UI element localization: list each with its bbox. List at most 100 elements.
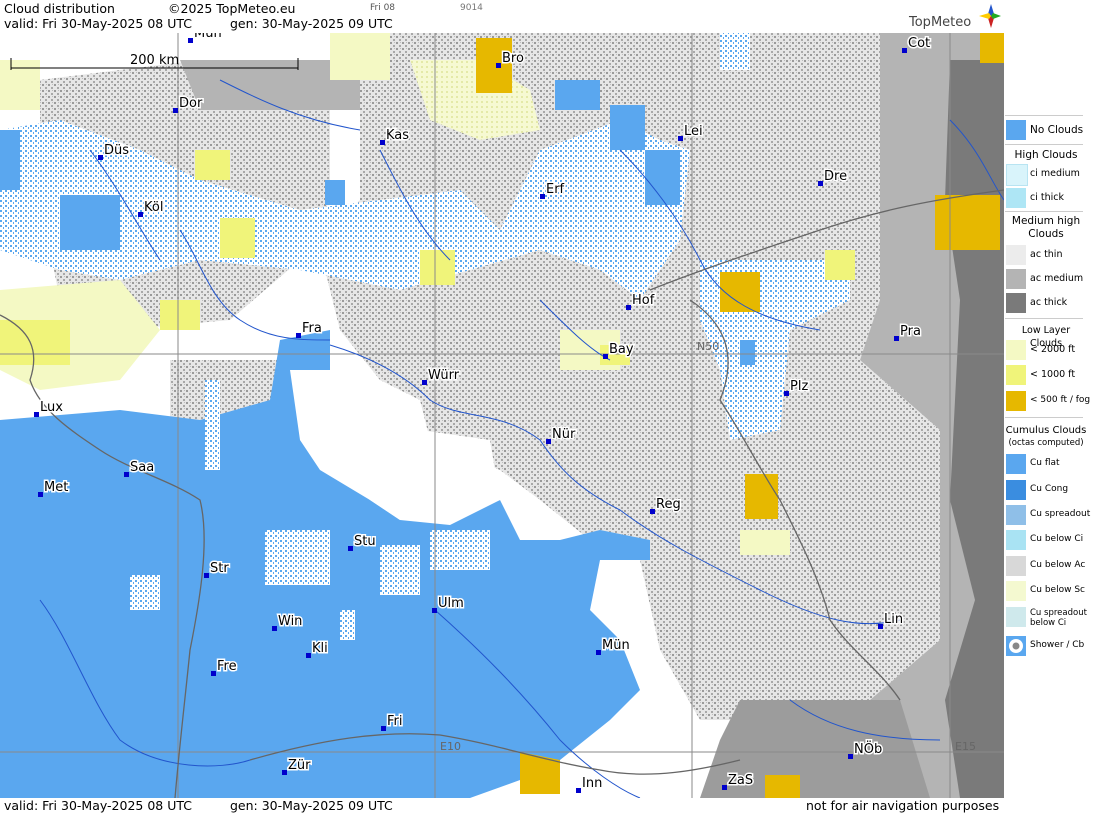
legend-cu-spread-ci: Cu spreadout below Ci xyxy=(1005,606,1087,634)
city-marker xyxy=(546,439,551,444)
swatch-no-clouds xyxy=(1006,120,1026,140)
legend-ci-medium: ci medium xyxy=(1005,163,1085,186)
swatch-ac-medium xyxy=(1006,269,1026,289)
swatch-cu-spread xyxy=(1006,505,1026,525)
topmeteo-logo[interactable]: TopMeteo xyxy=(905,2,1001,32)
legend-label: Cu spreadout below Ci xyxy=(1030,608,1087,628)
city-marker xyxy=(626,305,631,310)
copyright-text: ©2025 TopMeteo.eu xyxy=(168,1,296,16)
city-marker xyxy=(650,509,655,514)
footer-generated-time: gen: 30-May-2025 09 UTC xyxy=(230,798,393,813)
cloud-map[interactable]: 200 km N50 E10 E15 Mün Bro Cot Dor Kas Lei Düs… xyxy=(0,33,1005,798)
low-1000-patch xyxy=(825,250,855,280)
city-label: Köl xyxy=(144,200,163,215)
swatch-cu-below-sc xyxy=(1006,581,1026,601)
low-cloud-area-top xyxy=(330,33,390,80)
city-label: Fre xyxy=(217,659,237,674)
city-label: Fri xyxy=(387,714,403,729)
city-label: Plz xyxy=(790,379,808,394)
city-marker xyxy=(34,412,39,417)
city-marker xyxy=(603,354,608,359)
ac-thick-area-east xyxy=(945,60,1004,798)
swatch-cu-flat xyxy=(1006,454,1026,474)
city-marker xyxy=(211,671,216,676)
swatch-ci-medium xyxy=(1006,164,1028,186)
cu-patch-saa xyxy=(205,380,220,470)
legend-label: ac thick xyxy=(1030,297,1068,308)
legend-shower: Shower / Cb xyxy=(1005,635,1085,657)
frame-label: Fri 08 xyxy=(370,3,396,13)
city-marker xyxy=(902,48,907,53)
city-marker xyxy=(38,492,43,497)
fog-patch-hof xyxy=(720,272,760,312)
legend-separator xyxy=(1005,144,1083,145)
map-title: Cloud distribution xyxy=(4,1,115,16)
city-marker xyxy=(432,608,437,613)
city-label: Met xyxy=(44,480,68,495)
city-label: Hof xyxy=(632,293,655,308)
no-clouds-patch xyxy=(645,150,680,205)
legend-label: ac medium xyxy=(1030,273,1084,284)
swatch-ac-thick xyxy=(1006,293,1026,313)
city-label: Mün xyxy=(602,638,630,653)
legend-separator xyxy=(1005,417,1083,418)
swatch-shower xyxy=(1006,636,1026,656)
legend-label: Cu below Ci xyxy=(1030,534,1084,544)
legend-fog: < 500 ft / fog xyxy=(1005,390,1090,412)
city-label: Win xyxy=(278,614,302,629)
city-marker xyxy=(296,333,301,338)
city-marker xyxy=(380,140,385,145)
footer-note: not for air navigation purposes xyxy=(806,798,1000,813)
city-marker xyxy=(848,754,853,759)
swatch-ac-thin xyxy=(1006,245,1026,265)
city-label: ZaS xyxy=(728,773,753,788)
legend-cu-subheading: (octas computed) xyxy=(1008,438,1084,448)
city-label: Bay xyxy=(609,342,634,357)
map-header: Cloud distribution ©2025 TopMeteo.eu Fri… xyxy=(0,0,1004,34)
fog-patch-cot xyxy=(980,33,1004,63)
code-label: 9014 xyxy=(460,3,483,13)
city-marker xyxy=(272,626,277,631)
city-label: NÖb xyxy=(854,740,882,757)
city-label: Würr xyxy=(428,368,460,383)
city-marker xyxy=(678,136,683,141)
city-label: Stu xyxy=(354,534,376,549)
city-marker xyxy=(348,546,353,551)
city-label: Düs xyxy=(104,143,129,158)
city-marker xyxy=(306,653,311,658)
city-label: Kli xyxy=(312,641,328,656)
cu-patch-str xyxy=(130,575,160,610)
city-marker xyxy=(878,624,883,629)
city-marker xyxy=(138,212,143,217)
fog-patch-dre xyxy=(935,195,1000,250)
cu-patch-stu xyxy=(265,530,330,585)
city-label: Ulm xyxy=(438,596,464,611)
city-marker xyxy=(818,181,823,186)
city-label: Lin xyxy=(884,612,903,627)
legend-separator xyxy=(1005,115,1083,116)
legend-label: Cu Cong xyxy=(1030,484,1069,494)
legend-cu-below-ac: Cu below Ac xyxy=(1005,555,1085,577)
no-clouds-patch xyxy=(740,340,755,365)
grid-label-e10: E10 xyxy=(440,740,461,753)
city-label: Inn xyxy=(582,776,602,791)
city-label: Lei xyxy=(684,124,703,139)
no-clouds-patch xyxy=(325,180,345,205)
legend-ac-thick: ac thick xyxy=(1005,292,1085,314)
legend-label: ac thin xyxy=(1030,249,1063,260)
cu-patch-ulm xyxy=(430,530,490,570)
legend-label: Cu flat xyxy=(1030,458,1060,468)
swatch-cu-spread-ci xyxy=(1006,607,1026,627)
city-label: Cot xyxy=(908,36,930,51)
shower-icon xyxy=(1009,639,1023,653)
city-label: Lux xyxy=(40,400,63,415)
city-marker xyxy=(188,38,193,43)
legend-cu-cong: Cu Cong xyxy=(1005,479,1085,501)
city-label: Bro xyxy=(502,51,524,66)
city-label: Erf xyxy=(546,182,565,197)
city-label: Mün xyxy=(194,33,222,41)
legend-low-1000: < 1000 ft xyxy=(1005,364,1085,386)
low-cloud-area-bav xyxy=(740,530,790,555)
city-marker xyxy=(98,155,103,160)
low-1000-patch xyxy=(0,320,70,365)
